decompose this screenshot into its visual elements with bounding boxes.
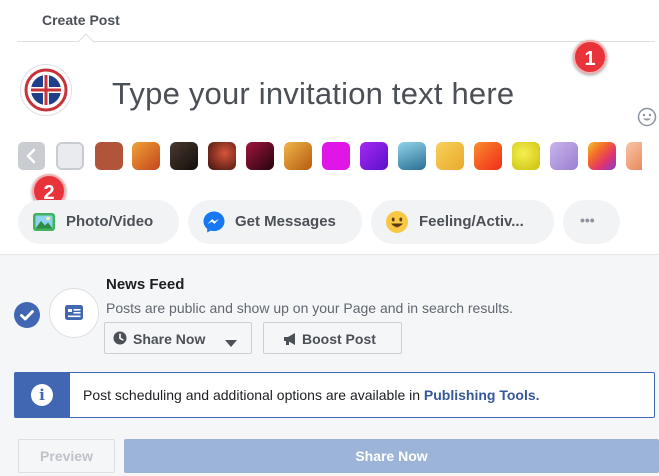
messenger-icon <box>202 210 226 234</box>
swatch-dark-coffee[interactable] <box>170 142 198 170</box>
news-feed-description: Posts are public and show up on your Pag… <box>106 300 514 316</box>
swatch-golden-floral[interactable] <box>284 142 312 170</box>
share-now-dropdown[interactable]: Share Now <box>104 322 252 354</box>
create-post-title: Create Post <box>42 12 120 28</box>
swatch-teal-landscape[interactable] <box>398 142 426 170</box>
publishing-tools-notice: i Post scheduling and additional options… <box>14 372 655 418</box>
more-icon: ••• <box>580 212 595 228</box>
post-text-input[interactable]: Type your invitation text here <box>112 76 514 112</box>
swatch-yellow-pattern[interactable] <box>436 142 464 170</box>
news-feed-icon <box>49 288 99 338</box>
megaphone-icon <box>283 332 299 349</box>
news-feed-title: News Feed <box>106 276 185 293</box>
swatch-dark-fruit[interactable] <box>208 142 236 170</box>
annotation-badge-1: 1 <box>573 40 607 74</box>
info-banner-side: i <box>15 373 70 417</box>
swatch-yellow-lime[interactable] <box>512 142 540 170</box>
swatch-lavender-pattern[interactable] <box>550 142 578 170</box>
page-avatar <box>20 64 72 116</box>
header-divider <box>17 41 655 42</box>
swatch-violet[interactable] <box>360 142 388 170</box>
tab-pointer <box>77 33 95 51</box>
chevron-left-icon[interactable] <box>18 142 45 170</box>
share-now-dropdown-label: Share Now <box>133 331 206 347</box>
checkmark-icon <box>20 310 34 321</box>
caret-down-icon <box>225 335 237 351</box>
preview-button[interactable]: Preview <box>18 439 115 473</box>
swatch-orange-red[interactable] <box>474 142 502 170</box>
get-messages-button[interactable]: Get Messages <box>188 200 362 244</box>
publishing-tools-link[interactable]: Publishing Tools. <box>424 387 540 403</box>
boost-post-button[interactable]: Boost Post <box>263 322 402 354</box>
notice-text: Post scheduling and additional options a… <box>83 387 424 403</box>
swatch-rust[interactable] <box>95 142 123 170</box>
clock-icon <box>113 331 127 348</box>
emoji-icon[interactable] <box>637 107 657 127</box>
more-options-button[interactable]: ••• <box>563 200 620 244</box>
info-icon: i <box>31 384 53 406</box>
boost-post-label: Boost Post <box>302 331 376 347</box>
smiley-icon <box>385 210 409 234</box>
notice-text-line: Post scheduling and additional options a… <box>83 387 540 403</box>
create-post-header: Create Post <box>0 0 659 51</box>
swatch-autumn-leaves[interactable] <box>132 142 160 170</box>
feeling-activity-button[interactable]: Feeling/Activ... <box>371 200 554 244</box>
swatch-crimson-dark[interactable] <box>246 142 274 170</box>
share-now-button[interactable]: Share Now <box>124 439 659 473</box>
feeling-activity-label: Feeling/Activ... <box>419 213 524 230</box>
swatch-peach-pattern[interactable] <box>626 142 642 170</box>
photo-icon <box>32 210 56 234</box>
photo-video-label: Photo/Video <box>66 213 154 230</box>
get-messages-label: Get Messages <box>235 213 336 230</box>
swatch-white[interactable] <box>56 142 84 170</box>
photo-video-button[interactable]: Photo/Video <box>18 200 179 244</box>
news-feed-checkbox[interactable] <box>14 302 40 328</box>
swatch-magenta[interactable] <box>322 142 350 170</box>
swatch-rainbow-stripes[interactable] <box>588 142 616 170</box>
